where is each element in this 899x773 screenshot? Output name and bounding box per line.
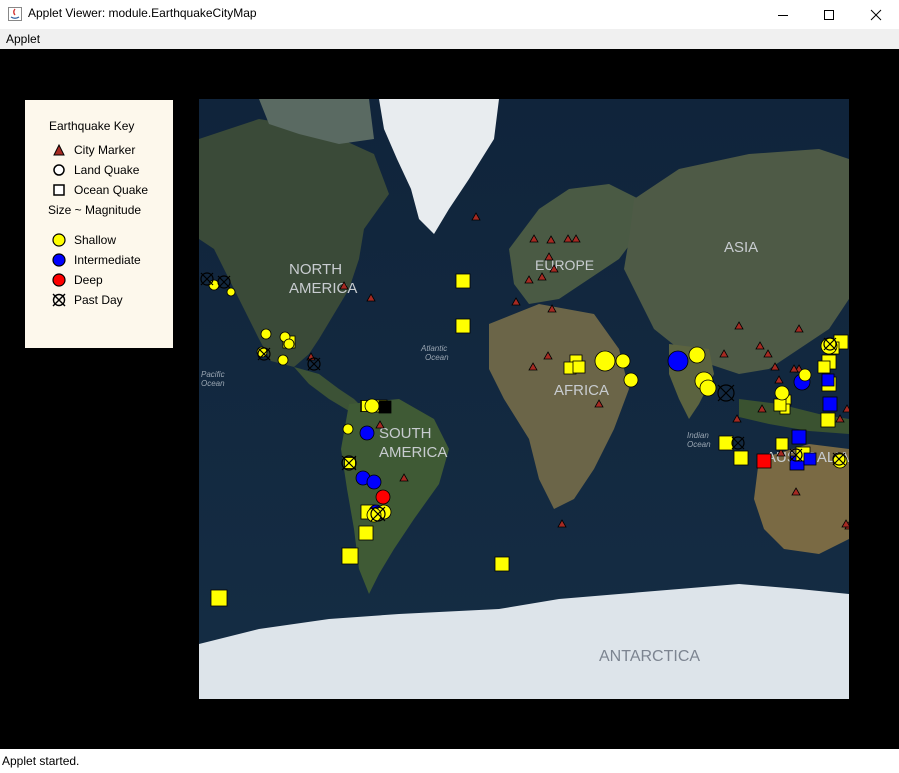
ocean-quake-marker	[378, 400, 392, 414]
key-title: Earthquake Key	[49, 119, 135, 133]
key-row-city: City Marker	[25, 143, 173, 157]
minimize-icon	[778, 14, 788, 16]
label-antarctica: ANTARCTICA	[599, 648, 700, 665]
past-day-icon	[52, 293, 66, 307]
land-quake-marker	[615, 353, 631, 369]
label-south-america-2: AMERICA	[379, 444, 447, 461]
land-quake-marker	[277, 354, 289, 366]
key-row-ocean: Ocean Quake	[25, 183, 173, 197]
land-quake-marker	[364, 398, 380, 414]
key-row-shallow: Shallow	[25, 233, 173, 247]
label-asia: ASIA	[724, 239, 758, 256]
status-bar: Applet started.	[0, 749, 899, 773]
land-quake-marker	[667, 350, 689, 372]
close-button[interactable]	[853, 0, 899, 29]
maximize-button[interactable]	[806, 0, 852, 29]
land-quake-marker	[366, 474, 382, 490]
key-row-land: Land Quake	[25, 163, 173, 177]
land-quake-marker	[342, 423, 354, 435]
land-quake-marker	[688, 346, 706, 364]
key-land-label: Land Quake	[74, 163, 140, 177]
land-quake-marker	[375, 489, 391, 505]
land-quake-marker	[260, 328, 272, 340]
ocean-quake-marker	[341, 547, 359, 565]
land-quake-marker	[359, 425, 375, 441]
ocean-quake-marker	[791, 429, 807, 445]
menu-bar: Applet	[0, 29, 899, 49]
label-africa: AFRICA	[554, 382, 609, 399]
ocean-quake-marker	[733, 450, 749, 466]
ocean-quake-marker	[803, 452, 817, 466]
key-past-day-label: Past Day	[74, 293, 123, 307]
ocean-quake-icon	[53, 184, 65, 196]
title-bar: Applet Viewer: module.EarthquakeCityMap	[0, 0, 899, 29]
label-pacific-1: Pacific	[201, 370, 225, 379]
intermediate-icon	[52, 253, 66, 267]
ocean-quake-marker	[572, 360, 586, 374]
land-quake-marker	[699, 379, 717, 397]
key-size-note: Size ~ Magnitude	[48, 203, 142, 217]
land-quake-marker	[798, 368, 812, 382]
land-quake-marker	[283, 338, 295, 350]
close-icon	[870, 9, 882, 20]
label-europe: EUROPE	[535, 257, 594, 273]
ocean-quake-marker	[773, 398, 787, 412]
status-text: Applet started.	[2, 754, 80, 768]
key-row-deep: Deep	[25, 273, 173, 287]
ocean-quake-marker	[756, 453, 772, 469]
land-quake-icon	[53, 164, 65, 176]
ocean-quake-marker	[358, 525, 374, 541]
ocean-quake-marker	[822, 396, 838, 412]
world-map[interactable]: NORTH AMERICA EUROPE ASIA AFRICA SOUTH A…	[199, 99, 849, 699]
land-quake-marker	[774, 385, 790, 401]
key-city-label: City Marker	[74, 143, 136, 157]
menu-applet[interactable]: Applet	[6, 32, 40, 46]
minimize-button[interactable]	[760, 0, 806, 29]
ocean-quake-marker	[210, 589, 228, 607]
java-icon	[8, 7, 22, 21]
key-intermediate-label: Intermediate	[74, 253, 141, 267]
ocean-quake-marker	[455, 273, 471, 289]
key-row-intermediate: Intermediate	[25, 253, 173, 267]
maximize-icon	[824, 9, 834, 20]
window-title: Applet Viewer: module.EarthquakeCityMap	[28, 6, 257, 20]
shallow-icon	[52, 233, 66, 247]
label-atlantic-2: Ocean	[425, 353, 449, 362]
ocean-quake-marker	[820, 412, 836, 428]
land-quake-marker	[594, 350, 616, 372]
label-indian-1: Indian	[687, 431, 709, 440]
ocean-quake-marker	[821, 373, 835, 387]
deep-icon	[52, 273, 66, 287]
ocean-quake-marker	[344, 457, 356, 469]
key-deep-label: Deep	[74, 273, 103, 287]
label-pacific-2: Ocean	[201, 379, 225, 388]
label-north-america-1: NORTH	[289, 261, 342, 278]
ocean-quake-marker	[718, 435, 734, 451]
label-south-america-1: SOUTH	[379, 425, 432, 442]
land-quake-marker	[226, 287, 236, 297]
label-indian-2: Ocean	[687, 440, 711, 449]
earthquake-key-panel: Earthquake Key City Marker Land Quake Oc…	[25, 100, 173, 348]
ocean-quake-marker	[455, 318, 471, 334]
applet-canvas: Earthquake Key City Marker Land Quake Oc…	[0, 49, 899, 749]
city-marker-icon	[53, 143, 65, 156]
land-quake-marker	[623, 372, 639, 388]
key-row-past-day: Past Day	[25, 293, 173, 307]
key-ocean-label: Ocean Quake	[74, 183, 149, 197]
key-shallow-label: Shallow	[74, 233, 117, 247]
ocean-quake-marker	[494, 556, 510, 572]
ocean-quake-marker	[817, 360, 831, 374]
label-atlantic-1: Atlantic	[420, 344, 447, 353]
ocean-quake-marker	[775, 437, 789, 451]
